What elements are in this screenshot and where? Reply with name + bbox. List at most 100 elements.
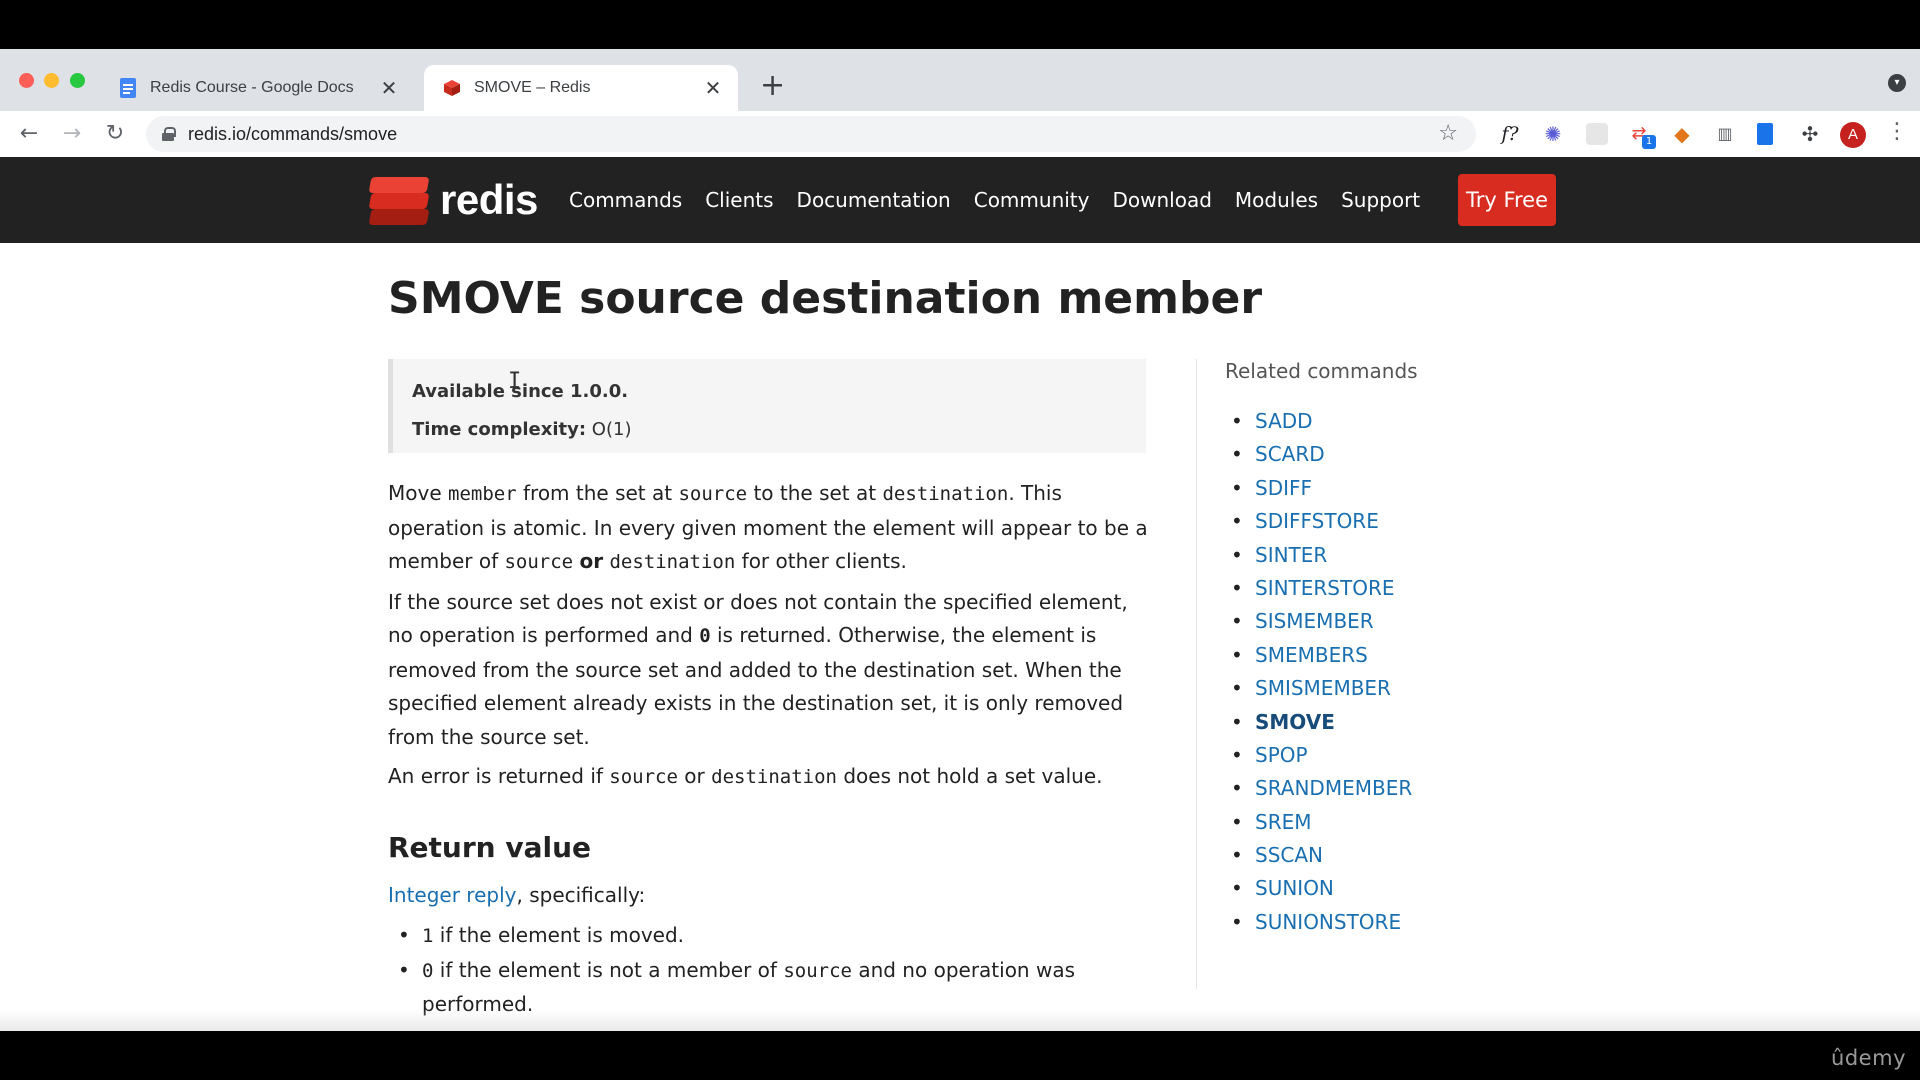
reload-icon[interactable]: ↻ bbox=[100, 119, 130, 149]
video-letterbox-bottom: ûdemy bbox=[0, 1031, 1920, 1080]
related-command-item: SMISMEMBER bbox=[1225, 672, 1412, 706]
command-description: Move member from the set at source to th… bbox=[388, 477, 1148, 801]
address-bar[interactable]: redis.io/commands/smove ☆ bbox=[146, 116, 1476, 152]
related-command-link[interactable]: SREM bbox=[1255, 810, 1311, 834]
tab-title: Redis Course - Google Docs bbox=[150, 79, 354, 96]
related-command-link[interactable]: SISMEMBER bbox=[1255, 609, 1374, 633]
redis-cube-icon bbox=[368, 173, 430, 227]
related-command-item: SMEMBERS bbox=[1225, 639, 1412, 673]
related-commands-list: SADD SCARD SDIFF SDIFFSTORE SINTER SINTE… bbox=[1225, 405, 1412, 940]
related-command-link[interactable]: SSCAN bbox=[1255, 843, 1323, 867]
related-command-item: SINTERSTORE bbox=[1225, 572, 1412, 606]
browser-window: Redis Course - Google Docs ✕ SMOVE – Red… bbox=[0, 49, 1920, 1031]
extensions-puzzle-icon[interactable]: ✣ bbox=[1799, 123, 1821, 145]
profile-avatar[interactable]: A bbox=[1840, 122, 1866, 148]
nav-download[interactable]: Download bbox=[1113, 188, 1212, 212]
extension-bars-icon[interactable]: ▥ bbox=[1714, 123, 1736, 145]
command-metadata: Available since 1.0.0. Time complexity: … bbox=[388, 359, 1146, 453]
tab-strip: Redis Course - Google Docs ✕ SMOVE – Red… bbox=[0, 49, 1920, 111]
nav-documentation[interactable]: Documentation bbox=[797, 188, 951, 212]
related-command-item: SDIFFSTORE bbox=[1225, 505, 1412, 539]
related-command-item: SPOP bbox=[1225, 739, 1412, 773]
related-command-item: SADD bbox=[1225, 405, 1412, 439]
nav-support[interactable]: Support bbox=[1341, 188, 1420, 212]
related-command-link[interactable]: SCARD bbox=[1255, 442, 1325, 466]
related-command-item-current: SMOVE bbox=[1225, 706, 1412, 740]
related-command-item: SISMEMBER bbox=[1225, 605, 1412, 639]
tab-close-icon[interactable]: ✕ bbox=[702, 76, 724, 100]
description-paragraph: If the source set does not exist or does… bbox=[388, 589, 1128, 749]
window-maximize-button[interactable] bbox=[70, 73, 85, 88]
tab-close-icon[interactable]: ✕ bbox=[378, 76, 400, 100]
page-title: SMOVE source destination member bbox=[388, 273, 1263, 324]
tab-google-docs[interactable]: Redis Course - Google Docs ✕ bbox=[100, 65, 414, 111]
integer-reply-link[interactable]: Integer reply bbox=[388, 883, 516, 907]
extension-book-icon[interactable] bbox=[1757, 123, 1773, 145]
nav-commands[interactable]: Commands bbox=[569, 188, 682, 212]
nav-modules[interactable]: Modules bbox=[1235, 188, 1318, 212]
browser-toolbar: ← → ↻ redis.io/commands/smove ☆ f? ✺ ⇄ 1 … bbox=[0, 111, 1920, 157]
nav-community[interactable]: Community bbox=[974, 188, 1090, 212]
extension-formula-icon[interactable]: f? bbox=[1499, 123, 1521, 145]
window-close-button[interactable] bbox=[19, 73, 34, 88]
related-command-link[interactable]: SPOP bbox=[1255, 743, 1308, 767]
related-command-item: SUNION bbox=[1225, 872, 1412, 906]
related-command-link[interactable]: SUNION bbox=[1255, 876, 1334, 900]
related-command-item: SSCAN bbox=[1225, 839, 1412, 873]
logo-text: redis bbox=[440, 176, 538, 223]
back-arrow-icon[interactable]: ← bbox=[14, 119, 44, 149]
tab-smove-redis[interactable]: SMOVE – Redis ✕ bbox=[424, 65, 738, 111]
redis-logo[interactable]: redis bbox=[368, 173, 538, 227]
extension-grid-icon[interactable] bbox=[1586, 123, 1608, 145]
bottom-fade bbox=[0, 1009, 1920, 1031]
description-paragraph: Move member from the set at source to th… bbox=[388, 481, 1148, 573]
text-cursor-icon: I bbox=[508, 369, 522, 394]
try-free-button[interactable]: Try Free bbox=[1458, 174, 1556, 226]
related-command-item: SRANDMEMBER bbox=[1225, 772, 1412, 806]
related-command-link[interactable]: SMISMEMBER bbox=[1255, 676, 1391, 700]
related-command-item: SINTER bbox=[1225, 539, 1412, 573]
redis-favicon-icon bbox=[444, 80, 460, 96]
extension-cog-icon[interactable]: ✺ bbox=[1542, 123, 1564, 145]
new-tab-button[interactable]: + bbox=[760, 71, 785, 101]
lock-icon[interactable] bbox=[162, 127, 176, 141]
metamask-fox-icon[interactable]: ◆ bbox=[1671, 123, 1693, 145]
related-command-link[interactable]: SINTERSTORE bbox=[1255, 576, 1395, 600]
window-minimize-button[interactable] bbox=[44, 73, 59, 88]
related-command-item: SCARD bbox=[1225, 438, 1412, 472]
forward-arrow-icon[interactable]: → bbox=[57, 119, 87, 149]
related-command-item: SDIFF bbox=[1225, 472, 1412, 506]
list-item: 1 if the element is moved. bbox=[388, 919, 1148, 954]
description-paragraph: An error is returned if source or destin… bbox=[388, 764, 1103, 788]
related-command-item: SUNIONSTORE bbox=[1225, 906, 1412, 940]
google-docs-icon bbox=[120, 78, 136, 98]
return-value-heading: Return value bbox=[388, 831, 592, 864]
tab-title: SMOVE – Redis bbox=[474, 79, 591, 96]
related-command-link[interactable]: SMEMBERS bbox=[1255, 643, 1368, 667]
time-complexity: Time complexity: O(1) bbox=[412, 419, 632, 440]
site-header: redis Commands Clients Documentation Com… bbox=[0, 157, 1920, 243]
related-command-link[interactable]: SADD bbox=[1255, 409, 1313, 433]
available-since: Available since 1.0.0. bbox=[412, 381, 629, 402]
browser-menu-icon[interactable]: ⋮ bbox=[1886, 119, 1908, 144]
related-commands-heading: Related commands bbox=[1225, 359, 1418, 383]
related-command-link[interactable]: SDIFFSTORE bbox=[1255, 509, 1379, 533]
return-value-list: 1 if the element is moved. 0 if the elem… bbox=[388, 919, 1148, 1022]
tab-search-icon[interactable]: ▾ bbox=[1888, 74, 1906, 92]
related-commands-sidebar: Related commands SADD SCARD SDIFF SDIFFS… bbox=[1196, 359, 1496, 989]
related-command-link[interactable]: SINTER bbox=[1255, 543, 1327, 567]
url-text[interactable]: redis.io/commands/smove bbox=[188, 124, 397, 145]
related-command-link[interactable]: SUNIONSTORE bbox=[1255, 910, 1401, 934]
site-nav: Commands Clients Documentation Community… bbox=[569, 157, 1443, 243]
video-letterbox-top bbox=[0, 0, 1920, 49]
related-command-link[interactable]: SMOVE bbox=[1255, 710, 1335, 734]
extension-badge: 1 bbox=[1642, 135, 1656, 149]
nav-clients[interactable]: Clients bbox=[705, 188, 773, 212]
bookmark-star-icon[interactable]: ☆ bbox=[1438, 121, 1458, 146]
extension-share-icon[interactable]: ⇄ 1 bbox=[1628, 123, 1656, 149]
related-command-item: SREM bbox=[1225, 806, 1412, 840]
udemy-watermark: ûdemy bbox=[1831, 1046, 1906, 1070]
related-command-link[interactable]: SDIFF bbox=[1255, 476, 1312, 500]
return-value-summary: Integer reply, specifically: bbox=[388, 883, 646, 907]
related-command-link[interactable]: SRANDMEMBER bbox=[1255, 776, 1412, 800]
